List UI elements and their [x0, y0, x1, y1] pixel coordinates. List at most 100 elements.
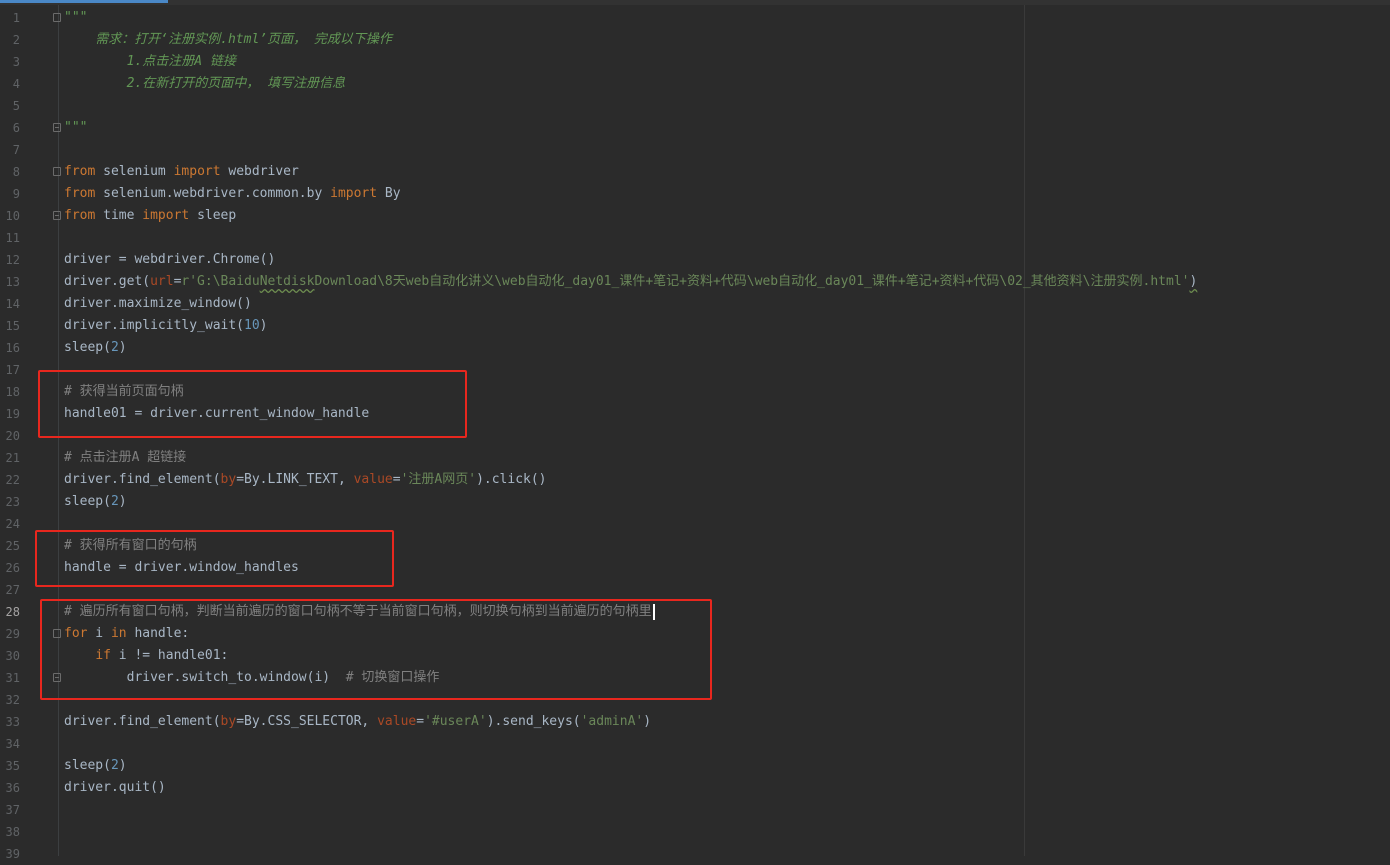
code-line[interactable]: 8 from selenium import webdriver	[0, 161, 1390, 183]
code-token: """	[64, 10, 88, 25]
code-line[interactable]: 7	[0, 139, 1390, 161]
code-line[interactable]: 36 driver.quit()	[0, 777, 1390, 799]
code-token: webdriver	[220, 164, 299, 179]
line-number: 39	[5, 847, 20, 861]
fold-marker-icon[interactable]	[53, 123, 61, 132]
code-text: 需求：打开‘注册实例.html’页面， 完成以下操作	[64, 29, 392, 51]
code-text: sleep(2)	[64, 491, 127, 513]
line-number: 11	[5, 231, 20, 245]
line-number: 14	[5, 297, 20, 311]
code-line[interactable]: 14 driver.maximize_window()	[0, 293, 1390, 315]
line-number: 23	[5, 495, 20, 509]
code-line[interactable]: 35 sleep(2)	[0, 755, 1390, 777]
line-number: 8	[12, 165, 20, 179]
line-number: 13	[5, 275, 20, 289]
code-token: import	[142, 208, 190, 223]
code-line[interactable]: 10 from time import sleep	[0, 205, 1390, 227]
code-token: =	[416, 714, 425, 729]
code-token: )	[118, 758, 127, 773]
code-token: ).send_keys(	[486, 714, 581, 729]
code-text: driver.find_element(by=By.CSS_SELECTOR, …	[64, 711, 651, 733]
code-line[interactable]: 12 driver = webdriver.Chrome()	[0, 249, 1390, 271]
code-token: 'adminA'	[580, 714, 644, 729]
code-token: driver.maximize_window()	[64, 296, 252, 311]
code-token: driver.quit()	[64, 780, 166, 795]
code-token: sleep	[189, 208, 237, 223]
line-number: 1	[12, 11, 20, 25]
code-line[interactable]: 9 from selenium.webdriver.common.by impor…	[0, 183, 1390, 205]
code-text: driver.implicitly_wait(10)	[64, 315, 268, 337]
code-line[interactable]: 21 # 点击注册A 超链接	[0, 447, 1390, 469]
code-text: # 点击注册A 超链接	[64, 447, 186, 469]
code-line[interactable]: 38	[0, 821, 1390, 843]
line-number: 19	[5, 407, 20, 421]
code-token: sleep(	[64, 340, 111, 355]
fold-marker-icon[interactable]	[53, 13, 61, 22]
code-token: 2	[110, 340, 119, 355]
fold-marker-icon[interactable]	[53, 167, 61, 176]
fold-marker-icon[interactable]	[53, 211, 61, 220]
code-token: driver.find_element(	[64, 472, 221, 487]
line-number: 27	[5, 583, 20, 597]
code-line[interactable]: 1 """	[0, 7, 1390, 29]
code-line[interactable]: 13 driver.get(url=r'G:\BaiduNetdiskDownlo…	[0, 271, 1390, 293]
code-text: from selenium.webdriver.common.by import…	[64, 183, 401, 205]
line-number: 30	[5, 649, 20, 663]
line-number: 5	[12, 99, 20, 113]
code-line[interactable]: 6 """	[0, 117, 1390, 139]
line-number: 3	[12, 55, 20, 69]
code-line[interactable]: 4 2.在新打开的页面中， 填写注册信息	[0, 73, 1390, 95]
code-token: 2.在新打开的页面中， 填写注册信息	[64, 76, 346, 91]
code-token: By	[377, 186, 401, 201]
code-token: )	[118, 494, 127, 509]
code-token: 10	[244, 318, 260, 333]
code-token: =By.CSS_SELECTOR,	[236, 714, 378, 729]
code-token: driver.implicitly_wait(	[64, 318, 245, 333]
code-line[interactable]: 34	[0, 733, 1390, 755]
line-number: 32	[5, 693, 20, 707]
code-line[interactable]: 3 1.点击注册A 链接	[0, 51, 1390, 73]
line-number: 15	[5, 319, 20, 333]
line-number: 12	[5, 253, 20, 267]
code-line[interactable]: 15 driver.implicitly_wait(10)	[0, 315, 1390, 337]
code-token: Download\8天web自动化讲义\web自动化_day01_课件+笔记+资…	[314, 274, 1190, 289]
code-line[interactable]: 22 driver.find_element(by=By.LINK_TEXT, v…	[0, 469, 1390, 491]
code-line[interactable]: 39	[0, 843, 1390, 865]
code-token: )	[643, 714, 652, 729]
code-line[interactable]: 11	[0, 227, 1390, 249]
code-line[interactable]: 37	[0, 799, 1390, 821]
code-token: """	[64, 120, 88, 135]
code-line[interactable]: 23 sleep(2)	[0, 491, 1390, 513]
code-line[interactable]: 33 driver.find_element(by=By.CSS_SELECTOR…	[0, 711, 1390, 733]
highlight-box-window-handles	[35, 530, 394, 587]
code-token: import	[173, 164, 221, 179]
line-number: 20	[5, 429, 20, 443]
code-text: driver.get(url=r'G:\BaiduNetdiskDownload…	[64, 271, 1197, 293]
code-token: driver.get(	[64, 274, 151, 289]
code-token: ).click()	[476, 472, 547, 487]
code-token: by	[220, 472, 237, 487]
code-text: sleep(2)	[64, 755, 127, 777]
code-line[interactable]: 5	[0, 95, 1390, 117]
code-token: 需求：打开‘注册实例.html’页面， 完成以下操作	[64, 32, 392, 47]
code-token: time	[95, 208, 143, 223]
code-text: sleep(2)	[64, 337, 127, 359]
code-text: driver = webdriver.Chrome()	[64, 249, 275, 271]
code-text: 2.在新打开的页面中， 填写注册信息	[64, 73, 345, 95]
code-token: '注册A网页'	[400, 472, 477, 487]
code-token: value	[377, 714, 417, 729]
code-token: =	[392, 472, 401, 487]
code-line[interactable]: 2 需求：打开‘注册实例.html’页面， 完成以下操作	[0, 29, 1390, 51]
code-token: sleep(	[64, 494, 111, 509]
line-number: 33	[5, 715, 20, 729]
code-token: '#userA'	[424, 714, 487, 729]
code-text: 1.点击注册A 链接	[64, 51, 236, 73]
active-tab-indicator	[0, 0, 168, 3]
code-token: 1.点击注册A 链接	[64, 54, 236, 69]
code-line[interactable]: 16 sleep(2)	[0, 337, 1390, 359]
code-token: 2	[110, 758, 119, 773]
code-text: driver.find_element(by=By.LINK_TEXT, val…	[64, 469, 547, 491]
line-number: 25	[5, 539, 20, 553]
code-token: url	[150, 274, 174, 289]
code-token: selenium.webdriver.common.by	[95, 186, 331, 201]
